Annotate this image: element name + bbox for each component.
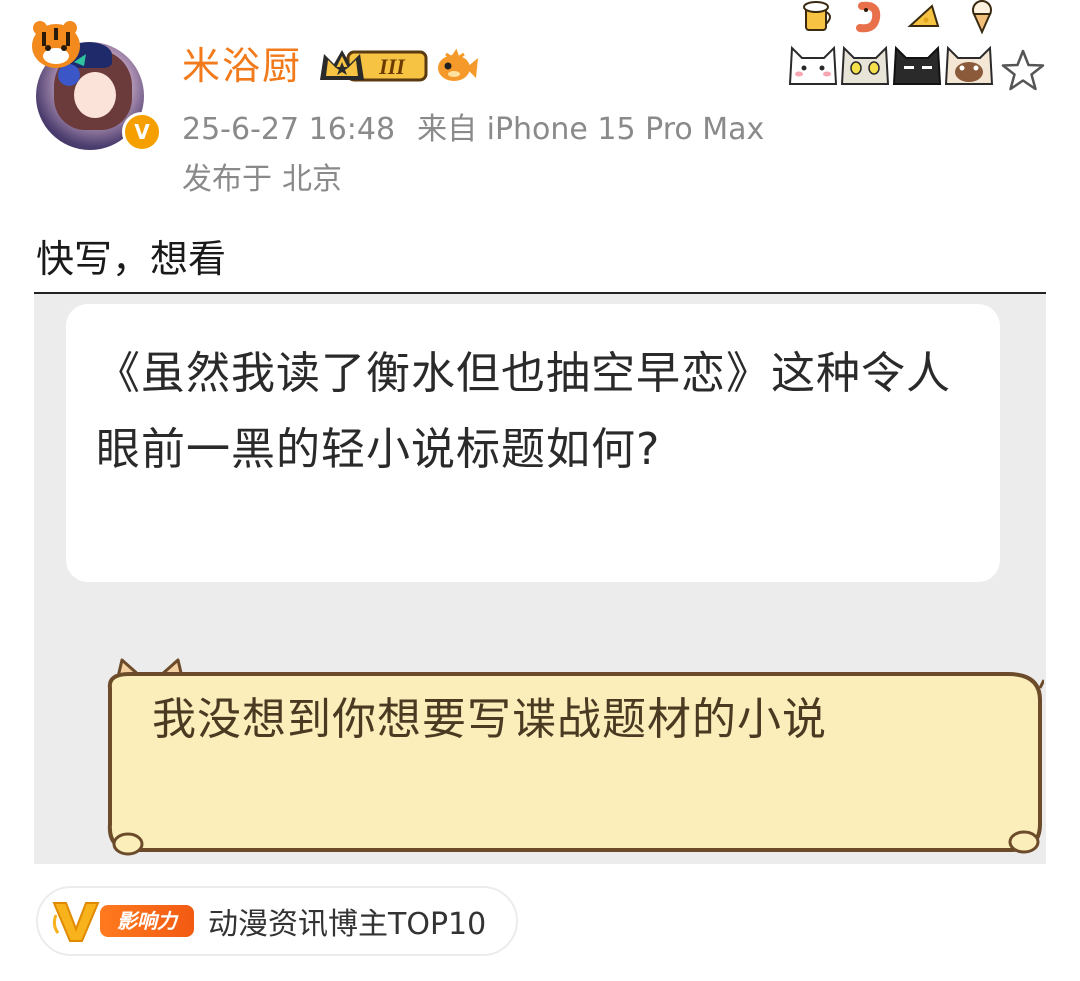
vip-level: III bbox=[378, 54, 406, 79]
avatar-face bbox=[74, 72, 116, 118]
shrimp-icon bbox=[856, 1, 881, 33]
post-text: 快写，想看 bbox=[36, 237, 227, 281]
post-source[interactable]: 来自 iPhone 15 Pro Max bbox=[417, 112, 764, 147]
avatar-container[interactable]: V bbox=[26, 14, 162, 152]
influence-v-icon: V bbox=[52, 902, 100, 942]
favorite-star-icon[interactable] bbox=[1000, 48, 1046, 94]
black-cat-icon bbox=[892, 45, 942, 85]
weibo-post: V 米浴厨 III 25-6-27 16:48 来自 iPhone 15 Pro … bbox=[0, 0, 1080, 981]
beer-icon bbox=[803, 1, 831, 31]
verified-badge-icon: V bbox=[122, 112, 162, 152]
siamese-cat-icon bbox=[944, 45, 994, 85]
question-bubble: 《虽然我读了衡水但也抽空早恋》这种令人眼前一黑的轻小说标题如何? bbox=[66, 304, 1000, 582]
location-name[interactable]: 北京 bbox=[282, 162, 342, 197]
answer-text: 我没想到你想要写谍战题材的小说 bbox=[152, 694, 827, 745]
post-datetime: 25-6-27 16:48 bbox=[182, 112, 396, 147]
tiger-pendant-icon bbox=[32, 21, 86, 68]
vip-crown-badge-icon[interactable]: III bbox=[318, 46, 430, 86]
post-meta: 25-6-27 16:48 来自 iPhone 15 Pro Max bbox=[182, 108, 764, 152]
post-location: 发布于 北京 bbox=[182, 158, 342, 202]
question-text: 《虽然我读了衡水但也抽空早恋》这种令人眼前一黑的轻小说标题如何? bbox=[96, 348, 951, 475]
gray-cat-icon bbox=[840, 45, 890, 85]
fish-badge-icon[interactable] bbox=[436, 46, 478, 86]
cheese-icon bbox=[907, 4, 940, 27]
influence-logo-letter: V bbox=[76, 920, 77, 922]
influence-label: 影响力 bbox=[100, 905, 194, 937]
white-cat-icon bbox=[788, 45, 838, 85]
ice-cream-icon bbox=[972, 0, 992, 35]
influence-logo: V 影响力 bbox=[48, 897, 198, 945]
influence-text: 动漫资讯博主TOP10 bbox=[208, 907, 487, 942]
post-image[interactable]: 《虽然我读了衡水但也抽空早恋》这种令人眼前一黑的轻小说标题如何? 我没想到你想要… bbox=[34, 292, 1046, 864]
location-prefix: 发布于 bbox=[182, 162, 272, 197]
influence-badge[interactable]: V 影响力 动漫资讯博主TOP10 bbox=[36, 886, 519, 956]
author-name[interactable]: 米浴厨 bbox=[182, 40, 302, 92]
